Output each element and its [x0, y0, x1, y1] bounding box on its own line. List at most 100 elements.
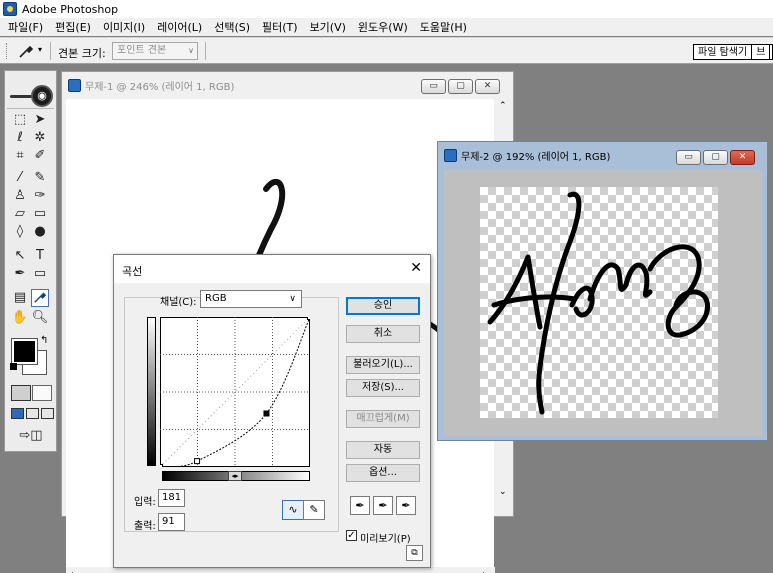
- app-title: Adobe Photoshop: [22, 2, 119, 16]
- document-2-canvas[interactable]: [480, 187, 718, 418]
- output-label: 출력:: [134, 521, 156, 532]
- toolbox-header[interactable]: ◉: [7, 73, 54, 109]
- gray-point-eyedropper-icon[interactable]: ✒: [373, 496, 393, 515]
- zoom-tool-icon[interactable]: 🔍︎: [31, 309, 49, 327]
- eyedropper-tool-icon[interactable]: [31, 289, 49, 307]
- menu-help[interactable]: 도움말(H): [414, 19, 473, 35]
- document-2-title: 무제-2 @ 192% (레이어 1, RGB): [461, 151, 611, 163]
- dodge-tool-icon[interactable]: ●: [31, 223, 49, 241]
- white-point-eyedropper-icon[interactable]: ✒: [396, 496, 416, 515]
- channel-select[interactable]: RGB ∨: [200, 290, 302, 308]
- clone-stamp-tool-icon[interactable]: ♙: [11, 187, 29, 205]
- options-separator: [50, 42, 51, 60]
- chevron-right-icon[interactable]: ›: [482, 569, 486, 573]
- healing-brush-tool-icon[interactable]: ⁄: [11, 169, 29, 187]
- type-tool-icon[interactable]: T: [31, 247, 49, 265]
- output-value-field[interactable]: 91: [158, 513, 185, 531]
- curves-dialog: 곡선 ✕ 채널(C): RGB ∨ ◂▸ 입력: 181 출력: 91 ∿ ✎ …: [113, 254, 431, 568]
- full-screen-menu-mode-button[interactable]: [26, 408, 39, 419]
- document-icon: [444, 148, 457, 162]
- options-button[interactable]: 옵션...: [346, 464, 420, 482]
- menu-select[interactable]: 선택(S): [208, 19, 256, 35]
- pen-tool-icon[interactable]: ✒: [11, 265, 29, 283]
- menu-bar: 파일(F) 편집(E) 이미지(I) 레이어(L) 선택(S) 필터(T) 보기…: [0, 18, 773, 36]
- sample-size-select[interactable]: 포인트 견본 ∨: [112, 42, 198, 60]
- lasso-tool-icon[interactable]: ℓ: [11, 129, 29, 147]
- pencil-tool-icon[interactable]: ✎: [303, 500, 325, 520]
- tab-brushes[interactable]: 브: [752, 45, 771, 59]
- feather-icon: [10, 95, 32, 98]
- curve-point-selected: [263, 410, 270, 417]
- gradient-tool-icon[interactable]: ▭: [31, 205, 49, 223]
- save-button[interactable]: 저장(S)...: [346, 379, 420, 397]
- minimize-button[interactable]: ▭: [676, 150, 701, 165]
- menu-file[interactable]: 파일(F): [2, 19, 49, 35]
- close-button[interactable]: ✕: [475, 79, 500, 94]
- notes-tool-icon[interactable]: ▤: [11, 289, 29, 307]
- tab-file-browser[interactable]: 파일 탐색기: [694, 45, 753, 59]
- auto-button[interactable]: 자동: [346, 441, 420, 459]
- shape-tool-icon[interactable]: ▭: [31, 265, 49, 283]
- hand-tool-icon[interactable]: ✋: [11, 309, 29, 327]
- menu-window[interactable]: 윈도우(W): [352, 19, 414, 35]
- chevron-left-icon[interactable]: ‹: [70, 569, 74, 573]
- preview-checkbox[interactable]: ✓: [346, 530, 357, 541]
- menu-view[interactable]: 보기(V): [304, 19, 352, 35]
- channel-value: RGB: [205, 293, 227, 304]
- chevron-down-icon[interactable]: ▾: [38, 45, 42, 54]
- menu-filter[interactable]: 필터(T): [256, 19, 304, 35]
- swap-colors-icon[interactable]: ↰: [40, 335, 48, 346]
- brush-tool-icon[interactable]: ✎: [31, 169, 49, 187]
- maximize-button[interactable]: ▢: [703, 150, 728, 165]
- black-point-eyedropper-icon[interactable]: ✒: [350, 496, 370, 515]
- input-label: 입력:: [134, 497, 156, 508]
- ok-button[interactable]: 승인: [346, 297, 420, 315]
- marquee-tool-icon[interactable]: ⬚: [11, 111, 29, 129]
- document-icon: [68, 78, 81, 92]
- menu-image[interactable]: 이미지(I): [97, 19, 151, 35]
- move-tool-icon[interactable]: ➤: [31, 111, 49, 129]
- cancel-button[interactable]: 취소: [346, 325, 420, 343]
- chevron-down-icon: ∨: [188, 46, 194, 55]
- close-icon[interactable]: ✕: [410, 260, 422, 276]
- options-bar-grip[interactable]: [6, 43, 9, 59]
- smooth-button[interactable]: 매끄럽게(M): [346, 410, 420, 428]
- load-button[interactable]: 불러오기(L)...: [346, 356, 420, 374]
- chevron-down-icon[interactable]: ⌄: [499, 487, 507, 497]
- crop-tool-icon[interactable]: ⌗: [11, 147, 29, 165]
- chevron-down-icon: ∨: [289, 294, 296, 304]
- expand-dialog-icon[interactable]: ⧉: [406, 545, 423, 561]
- toolbox: ◉ ⬚ ➤ ℓ ✲ ⌗ ✐ ⁄ ✎ ♙ ✑ ▱ ▭ ◊ ● ↖ T ✒ ▭ ▤ …: [4, 70, 57, 452]
- eyedropper-tool-preset-icon[interactable]: [18, 43, 38, 59]
- curve-point: [160, 464, 163, 467]
- channel-label: 채널(C):: [160, 297, 197, 308]
- standard-screen-mode-button[interactable]: [11, 408, 24, 419]
- slice-tool-icon[interactable]: ✐: [31, 147, 49, 165]
- path-selection-tool-icon[interactable]: ↖: [11, 247, 29, 265]
- menu-edit[interactable]: 편집(E): [49, 19, 97, 35]
- menu-layer[interactable]: 레이어(L): [151, 19, 208, 35]
- palette-well: 파일 탐색기 브: [693, 44, 773, 60]
- sample-size-value: 포인트 견본: [117, 45, 167, 56]
- default-colors-icon[interactable]: [10, 363, 17, 370]
- gradient-toggle-button[interactable]: ◂▸: [228, 471, 242, 481]
- curve-point-tool-icon[interactable]: ∿: [282, 500, 304, 520]
- curves-dialog-title-bar[interactable]: 곡선 ✕: [114, 255, 430, 283]
- full-screen-mode-button[interactable]: [41, 408, 54, 419]
- curves-graph[interactable]: [160, 317, 310, 467]
- jump-to-imageready-icon[interactable]: ⇨◫: [11, 427, 51, 445]
- history-brush-tool-icon[interactable]: ✑: [31, 187, 49, 205]
- standard-mode-button[interactable]: [11, 385, 31, 401]
- close-button[interactable]: ✕: [730, 150, 755, 165]
- photoshop-app-icon: [3, 2, 17, 16]
- chevron-up-icon[interactable]: ⌃: [499, 101, 507, 111]
- foreground-color-swatch[interactable]: [11, 338, 38, 365]
- eraser-tool-icon[interactable]: ▱: [11, 205, 29, 223]
- magic-wand-tool-icon[interactable]: ✲: [31, 129, 49, 147]
- quick-mask-mode-button[interactable]: [32, 385, 52, 401]
- minimize-button[interactable]: ▭: [421, 79, 446, 94]
- app-title-bar: Adobe Photoshop: [0, 0, 773, 18]
- maximize-button[interactable]: ▢: [448, 79, 473, 94]
- blur-tool-icon[interactable]: ◊: [11, 223, 29, 241]
- input-value-field[interactable]: 181: [158, 489, 185, 507]
